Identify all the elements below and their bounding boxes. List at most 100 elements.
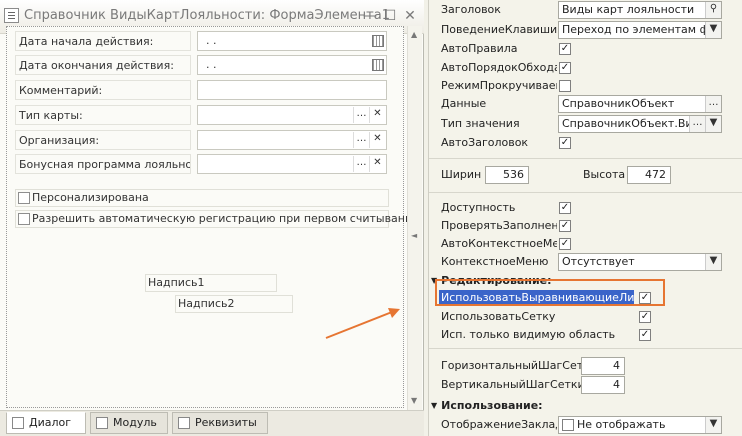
end-date-field[interactable]: . . [197, 55, 387, 75]
collapse-icon[interactable]: ▼ [431, 399, 437, 413]
prop-autorules-label: АвтоПравила [441, 42, 518, 55]
prop-title-input[interactable]: Виды карт лояльности ⚲ [558, 1, 722, 19]
card-type-field[interactable]: … ✕ [197, 105, 387, 125]
select-icon[interactable]: … [353, 156, 369, 172]
organization-field[interactable]: … ✕ [197, 130, 387, 150]
tab-dialog-label: Диалог [29, 416, 72, 429]
start-date-value: . . [206, 34, 217, 47]
prop-height-input[interactable]: 472 [627, 166, 671, 184]
properties-panel: Заголовок Виды карт лояльности ⚲ Поведен… [428, 0, 742, 436]
prop-autorules-checkbox[interactable]: ✓ [559, 43, 571, 55]
start-date-label: Дата начала действия: [15, 31, 191, 51]
prop-width-input[interactable]: 536 [485, 166, 529, 184]
checkbox-box[interactable] [18, 213, 30, 225]
scroll-up-icon[interactable]: ▲ [411, 30, 417, 39]
prop-valuetype-input[interactable]: СправочникОбъект.Виды … ▼ [558, 115, 722, 133]
prop-height-label: Высота [583, 168, 626, 181]
clear-icon[interactable]: ✕ [369, 156, 385, 172]
prop-bookmarks-value: Не отображать [577, 418, 666, 431]
bonus-program-field[interactable]: … ✕ [197, 154, 387, 174]
module-icon [96, 417, 108, 429]
maximize-icon[interactable]: ☐ [382, 8, 398, 24]
select-icon[interactable]: … [689, 116, 705, 132]
prop-checkfill-checkbox[interactable]: ✓ [559, 220, 571, 232]
prop-autotab-checkbox[interactable]: ✓ [559, 62, 571, 74]
chevron-down-icon[interactable]: ▼ [705, 116, 721, 132]
checkbox-box[interactable] [18, 192, 30, 204]
prop-context-select[interactable]: Отсутствует ▼ [558, 253, 722, 271]
prop-hgrid-input[interactable]: 4 [581, 357, 625, 375]
clear-icon[interactable]: ✕ [369, 132, 385, 148]
prop-checkfill-label: ПроверятьЗаполнение [441, 219, 557, 232]
group-usage[interactable]: ▼ Использование: [431, 399, 543, 413]
prop-autotitle-checkbox[interactable]: ✓ [559, 137, 571, 149]
chevron-down-icon[interactable]: ▼ [705, 417, 721, 433]
prop-title-label: Заголовок [441, 3, 501, 16]
close-icon[interactable]: ✕ [402, 8, 418, 24]
comment-label: Комментарий: [15, 80, 191, 100]
prop-keyboard-value: Переход по элементам формы [562, 23, 722, 36]
auto-registration-label: Разрешить автоматическую регистрацию при… [32, 212, 420, 225]
prop-enabled-label: Доступность [441, 201, 516, 214]
caption-1[interactable]: Надпись1 [145, 274, 277, 292]
prop-autotitle-label: АвтоЗаголовок [441, 136, 529, 149]
chevron-down-icon[interactable]: ▼ [705, 22, 721, 38]
prop-data-input[interactable]: СправочникОбъект … [558, 95, 722, 113]
prop-vgrid-label: ВертикальныйШагСетки [441, 378, 581, 391]
tab-requisites[interactable]: Реквизиты [172, 412, 268, 434]
prop-bookmarks-label: ОтображениеЗакладок [441, 418, 557, 431]
prop-autotab-label: АвтоПорядокОбхода [441, 61, 557, 74]
comment-field[interactable] [197, 80, 387, 100]
form-canvas: Дата начала действия: . . Дата окончания… [6, 26, 419, 408]
prop-autocontext-label: АвтоКонтекстноеМеню [441, 237, 557, 250]
personalized-checkbox[interactable]: Персонализирована [15, 189, 389, 207]
form-designer-window: Справочник ВидыКартЛояльности: ФормаЭлем… [0, 0, 424, 436]
select-icon[interactable]: … [705, 96, 721, 112]
prop-scrollmode-checkbox[interactable] [559, 80, 571, 92]
end-date-label: Дата окончания действия: [15, 55, 191, 75]
personalized-label: Персонализирована [32, 191, 149, 204]
prop-context-value: Отсутствует [562, 255, 635, 268]
separator [429, 348, 742, 349]
prop-autocontext-checkbox[interactable]: ✓ [559, 238, 571, 250]
dialog-icon [12, 417, 24, 429]
start-date-field[interactable]: . . [197, 31, 387, 51]
prop-visible-only-label: Исп. только видимую область [441, 328, 616, 341]
annotation-highlight-box [435, 279, 665, 306]
prop-grid-checkbox[interactable]: ✓ [639, 311, 651, 323]
prop-visible-only-checkbox[interactable]: ✓ [639, 329, 651, 341]
card-type-label: Тип карты: [15, 105, 191, 125]
prop-title-value: Виды карт лояльности [562, 3, 695, 16]
tab-requisites-label: Реквизиты [195, 416, 257, 429]
minimize-icon[interactable]: — [362, 8, 378, 24]
search-icon[interactable]: ⚲ [705, 2, 721, 18]
scroll-down-icon[interactable]: ▼ [411, 396, 417, 405]
vertical-scrollbar[interactable]: ▲ ◄ ▼ [407, 26, 422, 410]
designer-tabs: Диалог Модуль Реквизиты [0, 410, 424, 436]
prop-vgrid-input[interactable]: 4 [581, 376, 625, 394]
calendar-icon[interactable] [372, 35, 384, 47]
calendar-icon[interactable] [372, 59, 384, 71]
prop-data-label: Данные [441, 97, 487, 110]
prop-hgrid-label: ГоризонтальныйШагСетки [441, 359, 581, 372]
prop-grid-label: ИспользоватьСетку [441, 310, 556, 323]
tab-module[interactable]: Модуль [90, 412, 168, 434]
prop-enabled-checkbox[interactable]: ✓ [559, 202, 571, 214]
chevron-down-icon[interactable]: ▼ [705, 254, 721, 270]
select-icon[interactable]: … [353, 132, 369, 148]
bonus-program-label: Бонусная программа лояльности: [15, 154, 191, 174]
organization-label: Организация: [15, 130, 191, 150]
tab-dialog[interactable]: Диалог [6, 412, 86, 434]
prop-keyboard-select[interactable]: Переход по элементам формы ▼ [558, 21, 722, 39]
prop-bookmarks-select[interactable]: Не отображать ▼ [558, 416, 722, 434]
caption-2[interactable]: Надпись2 [175, 295, 293, 313]
prop-data-value: СправочникОбъект [562, 97, 675, 110]
window-title: Справочник ВидыКартЛояльности: ФормаЭлем… [24, 8, 390, 23]
select-icon[interactable]: … [353, 107, 369, 123]
requisites-icon [178, 417, 190, 429]
clear-icon[interactable]: ✕ [369, 107, 385, 123]
prop-bookmarks-checkbox[interactable] [562, 419, 574, 431]
auto-registration-checkbox[interactable]: Разрешить автоматическую регистрацию при… [15, 210, 419, 228]
separator [429, 158, 742, 159]
scroll-thumb-icon[interactable]: ◄ [411, 231, 417, 240]
